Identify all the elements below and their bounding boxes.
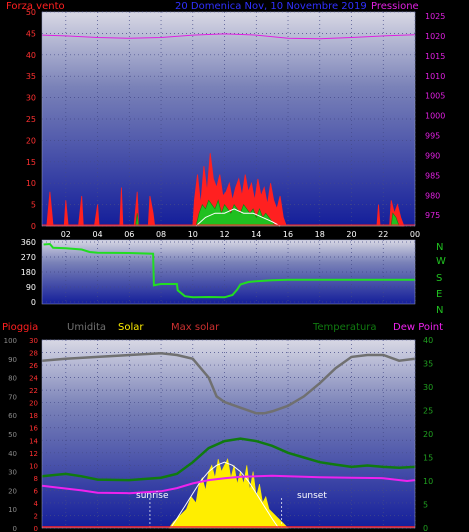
direction-tick-label: 90 [26,283,36,292]
humidity-tick-label: 0 [13,525,17,532]
compass-s: S [436,273,442,284]
compass-e: E [436,289,442,300]
direction-tick-label: 0 [31,298,36,307]
label-max-solar: Max solar [171,322,220,333]
humidity-tick-label: 20 [8,487,17,495]
wind-tick-label: 5 [31,201,36,210]
rain-tick-label: 10 [29,462,38,470]
humidity-tick-label: 40 [8,450,17,458]
rain-tick-label: 4 [34,500,39,508]
rain-tick-label: 20 [29,400,38,408]
chart-title: 20 Domenica Nov, 10 Novembre 2019 [175,1,367,12]
direction-tick-label: 270 [21,253,36,262]
rain-tick-label: 14 [29,437,38,445]
wind-tick-label: 45 [26,29,36,38]
compass-n-bottom: N [436,305,443,316]
wind-tick-label: 0 [31,222,36,231]
humidity-tick-label: 70 [8,393,17,401]
sunset-label: sunset [297,491,327,501]
temperature-tick-label: 35 [423,360,433,369]
pressure-tick-label: 980 [425,191,440,200]
pressure-tick-label: 1005 [425,92,445,101]
x-tick-label: 06 [124,230,134,239]
humidity-tick-label: 100 [4,337,17,345]
rain-tick-label: 6 [34,487,39,495]
pressure-tick-label: 1020 [425,32,445,41]
label-solar: Solar [118,322,144,333]
compass-labels: N W S E N [436,242,446,316]
x-tick-label: 10 [188,230,198,239]
wind-tick-label: 25 [26,115,36,124]
x-tick-label: 04 [92,230,102,239]
pressure-tick-label: 975 [425,211,440,220]
rain-tick-label: 24 [29,375,38,383]
pressure-tick-label: 995 [425,132,440,141]
humidity-tick-label: 90 [8,356,17,364]
x-tick-label: 08 [156,230,166,239]
label-temperatura: Temperatura [312,322,377,333]
x-tick-label: 00 [410,230,420,239]
rain-tick-label: 0 [34,525,38,532]
x-tick-label: 18 [315,230,325,239]
temperature-tick-label: 25 [423,407,433,416]
temperature-tick-label: 5 [423,501,428,510]
x-tick-label: 14 [251,230,261,239]
pressure-tick-label: 985 [425,171,440,180]
rain-tick-label: 8 [34,475,38,483]
rain-tick-label: 16 [29,425,38,433]
humidity-tick-label: 60 [8,412,17,420]
temperature-tick-label: 20 [423,430,433,439]
pressure-tick-label: 1010 [425,72,445,81]
rain-tick-label: 22 [29,387,38,395]
rain-tick-label: 18 [29,412,38,420]
sunrise-label: sunrise [136,491,169,501]
rain-tick-label: 2 [34,512,38,520]
wind-tick-label: 35 [26,72,36,81]
x-tick-label: 02 [61,230,71,239]
pressure-tick-label: 1000 [425,112,445,121]
humidity-tick-label: 30 [8,469,17,477]
humidity-tick-label: 10 [8,506,17,514]
direction-tick-label: 180 [21,268,36,277]
wind-tick-label: 15 [26,158,36,167]
rain-tick-label: 30 [29,337,38,345]
weather-charts: Forza vento 20 Domenica Nov, 10 Novembre… [2,1,446,532]
direction-panel-bg [42,240,415,304]
direction-tick-label: 360 [21,238,36,247]
x-tick-label: 12 [219,230,229,239]
pressure-tick-label: 1015 [425,52,445,61]
pressure-axis-label: Pressione [371,1,419,12]
x-tick-label: 20 [346,230,356,239]
rain-tick-label: 26 [29,362,38,370]
wind-tick-label: 20 [26,136,36,145]
wind-tick-label: 50 [26,8,36,17]
compass-w: W [436,256,446,267]
compass-n-top: N [436,242,443,253]
rain-tick-label: 12 [29,450,38,458]
pressure-tick-label: 990 [425,151,440,160]
wind-tick-label: 40 [26,51,36,60]
temperature-tick-label: 0 [423,524,428,532]
humidity-tick-label: 80 [8,375,17,383]
label-umidita: Umidita [67,322,106,333]
label-dew-point: Dew Point [393,322,443,333]
temperature-tick-label: 30 [423,383,433,392]
wind-tick-label: 30 [26,94,36,103]
temperature-tick-label: 15 [423,454,433,463]
humidity-tick-label: 50 [8,431,17,439]
x-tick-label: 16 [283,230,293,239]
x-tick-label: 22 [378,230,388,239]
label-pioggia: Pioggia [2,322,38,333]
pressure-tick-label: 1025 [425,12,445,21]
wind-tick-label: 10 [26,179,36,188]
rain-tick-label: 28 [29,350,38,358]
temperature-tick-label: 10 [423,477,433,486]
temperature-tick-label: 40 [423,336,433,345]
